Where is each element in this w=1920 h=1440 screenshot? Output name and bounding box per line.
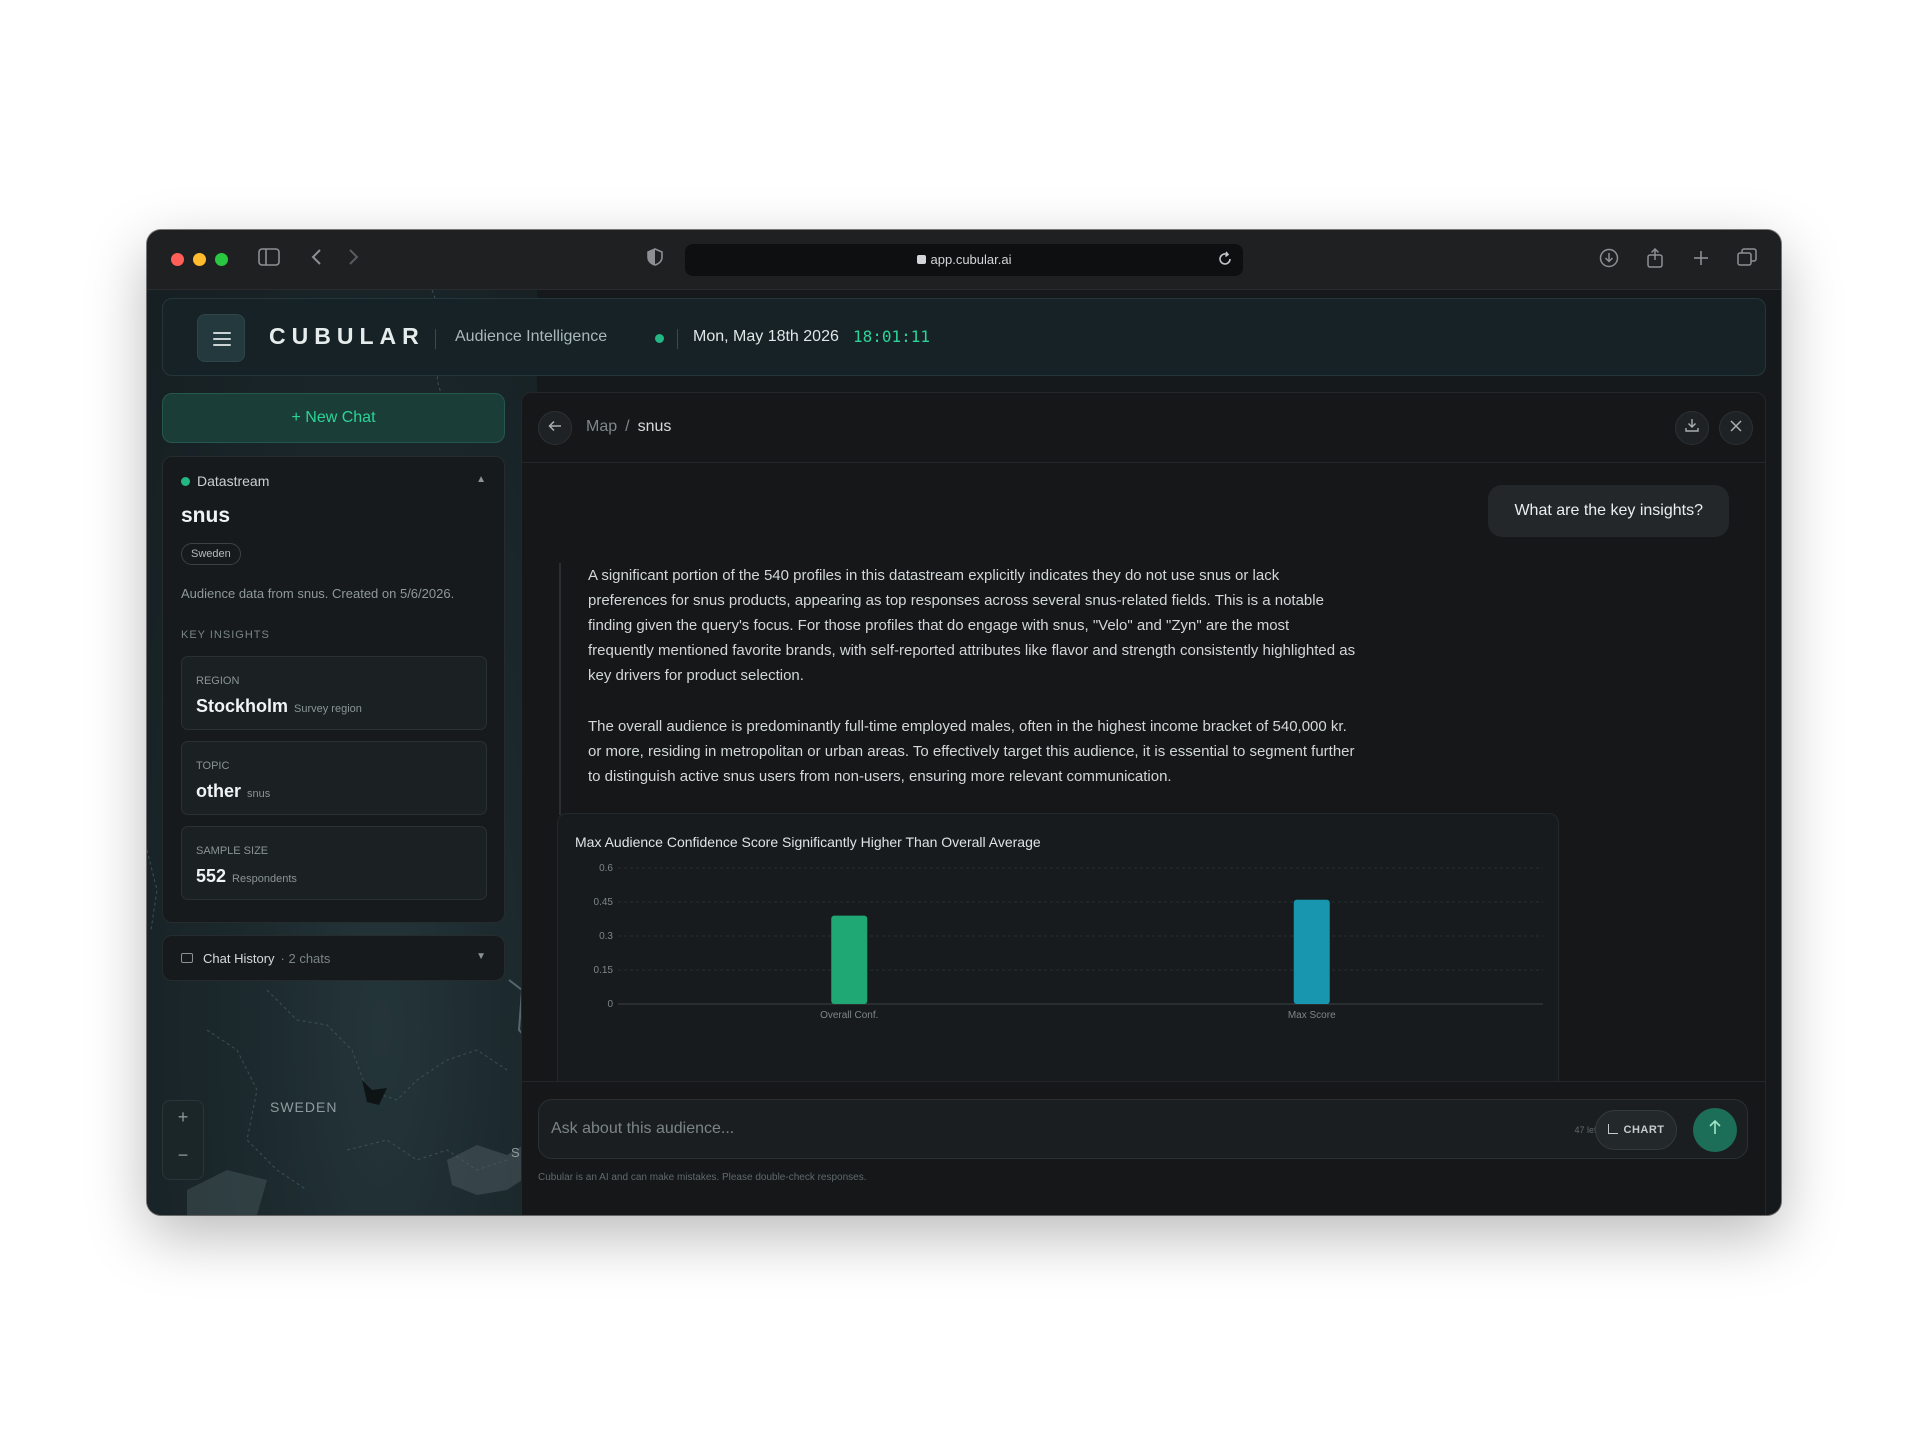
datastream-title: snus	[181, 504, 231, 527]
insight-sub: Survey region	[294, 703, 362, 715]
y-tick-label: 0.6	[599, 864, 613, 874]
header-clock: 18:01:11	[853, 327, 931, 346]
reload-icon[interactable]	[1217, 251, 1233, 272]
composer: 47 left CHART	[538, 1099, 1748, 1159]
breadcrumb-current: snus	[637, 418, 672, 435]
y-tick-label: 0.45	[594, 897, 614, 908]
lock-icon	[916, 255, 926, 264]
disclaimer: Cubular is an AI and can make mistakes. …	[538, 1172, 867, 1183]
bar[interactable]	[1293, 899, 1330, 1004]
back-icon[interactable]	[305, 248, 329, 272]
y-tick-label: 0.3	[599, 931, 613, 942]
app-header: CUBULAR Audience Intelligence Mon, May 1…	[162, 298, 1766, 376]
chart-card: Max Audience Confidence Score Significan…	[557, 813, 1559, 1093]
menu-button[interactable]	[197, 314, 245, 362]
bar-chart-icon	[1607, 1124, 1618, 1134]
shield-icon[interactable]	[643, 248, 667, 272]
traffic-lights	[171, 253, 228, 266]
url-text: app.cubular.ai	[685, 252, 1243, 267]
chevron-down-icon: ▼	[476, 951, 486, 962]
answer-paragraph: The overall audience is predominantly fu…	[588, 718, 1355, 785]
chart-mode-button[interactable]: CHART	[1595, 1110, 1677, 1150]
browser-toolbar: app.cubular.ai	[147, 230, 1781, 290]
arrow-left-icon	[548, 420, 561, 432]
insight-value: Stockholm Survey region	[196, 696, 362, 716]
hamburger-icon	[213, 332, 231, 334]
header-subtitle: Audience Intelligence	[455, 328, 608, 345]
insight-card-region: REGION Stockholm Survey region	[181, 656, 487, 730]
zoom-out-button[interactable]: −	[163, 1145, 203, 1166]
zoom-in-button[interactable]: +	[163, 1107, 203, 1128]
chat-history-label: Chat History	[203, 951, 275, 966]
insight-label: REGION	[196, 675, 240, 687]
status-indicator	[655, 334, 664, 343]
user-message: What are the key insights?	[1488, 485, 1729, 537]
datastream-card: Datastream ▲ snus Sweden Audience data f…	[162, 456, 505, 923]
browser-window: app.cubular.ai CUBULAR Audience Intellig…	[147, 230, 1781, 1215]
new-tab-icon[interactable]	[1689, 248, 1713, 272]
tabs-overview-icon[interactable]	[1735, 248, 1759, 272]
insight-sub: snus	[247, 788, 271, 800]
new-chat-button[interactable]: + New Chat	[162, 393, 505, 443]
chat-history-toggle[interactable]: Chat History · 2 chats ▼	[162, 935, 505, 981]
map-country-label: SWEDEN	[270, 1099, 338, 1115]
panel-topbar: Map / snus	[522, 393, 1765, 463]
composer-area: 47 left CHART Cubular is an AI and can m…	[522, 1081, 1765, 1215]
chat-panel: Map / snus What are the key insights? A si…	[521, 392, 1766, 1215]
header-date: Mon, May 18th 2026	[693, 328, 839, 345]
insight-sub: Respondents	[232, 873, 297, 885]
collapse-caret-icon[interactable]: ▲	[476, 474, 486, 485]
map-edge-label: S	[511, 1145, 520, 1160]
y-tick-label: 0.15	[594, 965, 614, 976]
minimize-window-button[interactable]	[193, 253, 206, 266]
app-logo[interactable]: CUBULAR	[269, 323, 425, 350]
datastream-header[interactable]: Datastream	[181, 473, 269, 489]
insight-label: SAMPLE SIZE	[196, 845, 269, 857]
download-button[interactable]	[1675, 411, 1709, 445]
download-icon	[1685, 419, 1699, 432]
y-tick-label: 0	[607, 999, 613, 1010]
download-icon[interactable]	[1597, 248, 1621, 272]
chart-title: Max Audience Confidence Score Significan…	[575, 834, 1041, 850]
breadcrumb-map[interactable]: Map	[586, 418, 617, 435]
arrow-up-icon	[1709, 1119, 1721, 1134]
datastream-description: Audience data from snus. Created on 5/6/…	[181, 586, 455, 601]
insight-card-topic: TOPIC other snus	[181, 741, 487, 815]
sidebar-toggle-icon[interactable]	[257, 248, 281, 272]
bar[interactable]	[831, 915, 868, 1004]
breadcrumb: Map / snus	[586, 418, 672, 435]
chat-history-count: · 2 chats	[280, 951, 331, 966]
assistant-message: A significant portion of the 540 profile…	[559, 563, 1359, 815]
insight-value: other snus	[196, 781, 271, 801]
chat-bubble-icon	[181, 953, 193, 963]
key-insights-label: KEY INSIGHTS	[181, 629, 270, 641]
insight-value: 552 Respondents	[196, 866, 297, 886]
send-button[interactable]	[1693, 1108, 1737, 1152]
status-dot	[181, 477, 190, 486]
bar-chart: 0 0.15 0.3 0.45 0.6 Overall Conf. Max Score	[594, 864, 1543, 1021]
app-root: CUBULAR Audience Intelligence Mon, May 1…	[147, 290, 1781, 1215]
close-panel-button[interactable]	[1719, 411, 1753, 445]
chat-input[interactable]	[551, 1114, 1531, 1144]
forward-icon[interactable]	[341, 248, 365, 272]
address-bar[interactable]: app.cubular.ai	[685, 244, 1243, 276]
header-divider	[677, 329, 678, 349]
header-divider	[435, 329, 436, 349]
share-icon[interactable]	[1643, 247, 1667, 272]
region-badge: Sweden	[181, 543, 241, 565]
insight-label: TOPIC	[196, 760, 230, 772]
close-window-button[interactable]	[171, 253, 184, 266]
close-icon	[1730, 420, 1742, 432]
zoom-window-button[interactable]	[215, 253, 228, 266]
map-zoom-controls: + −	[162, 1100, 204, 1180]
insight-card-sample-size: SAMPLE SIZE 552 Respondents	[181, 826, 487, 900]
back-button[interactable]	[538, 411, 572, 445]
x-tick-label: Max Score	[1288, 1010, 1336, 1021]
x-tick-label: Overall Conf.	[820, 1010, 878, 1021]
answer-paragraph: A significant portion of the 540 profile…	[588, 567, 1356, 684]
